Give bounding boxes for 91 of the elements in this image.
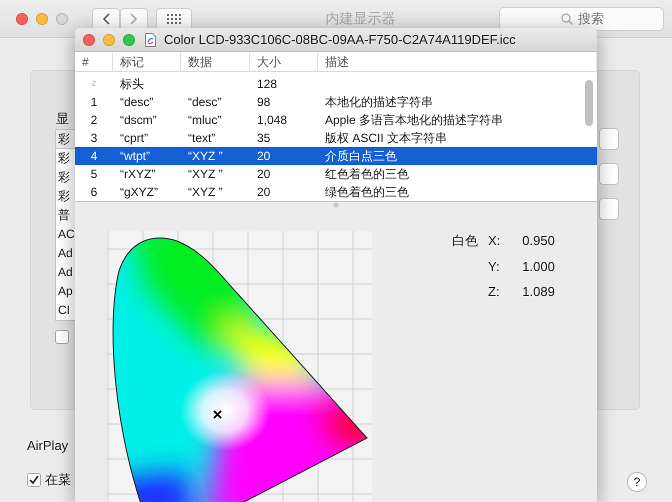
table-cell-text: “XYZ ” [187,166,224,183]
checkbox[interactable] [27,472,41,487]
table-cell-text: 4 [90,148,98,165]
table-cell-text: “gXYZ” [119,184,160,201]
search-icon [561,12,573,24]
point-label: 白色 [452,232,478,250]
table-cell-text: 版权 ASCII 文本字符串 [324,130,448,147]
table-cell-text: “XYZ ” [187,148,224,165]
table-cell-text: z [90,77,98,91]
list-item[interactable]: AC [56,225,75,244]
table-row[interactable]: 1 “desc” “desc” 98 本地化的描述字符串 [75,93,597,111]
window-title: Color LCD-933C106C-08BC-09AA-F750-C2A74A119DEF.icc [164,30,516,49]
table-cell-text: 标头 [119,76,145,93]
list-item[interactable]: Ad [56,263,75,282]
table-cell-text: “XYZ ” [187,184,224,201]
value-text: 1.000 [521,258,555,276]
table-cell-text: “dscm” [119,112,158,129]
table-cell-text: 5 [90,166,98,183]
table-row[interactable]: 5 “rXYZ” “XYZ ” 20 红色着色的三色 [75,165,597,183]
back-icon [102,12,110,24]
list-item[interactable]: Ap [56,282,75,301]
table-row[interactable]: 2 “dscm” “mluc” 1,048 Apple 多语言本地化的描述字符串 [75,111,597,129]
table-cell-text: 6 [90,184,98,201]
value-text: 0.950 [521,232,555,250]
table-cell-text: “desc” [119,94,154,111]
table-cell-text: 介质白点三色 [324,148,398,165]
axis-label: Z: [488,283,500,301]
column-header[interactable]: # [75,52,113,72]
table-row[interactable]: z 标头 128 [75,75,597,93]
zoom-button[interactable] [123,34,135,46]
show-all-button[interactable] [156,8,192,30]
cross-icon [213,410,222,419]
list-header: 彩 [56,130,75,149]
table-cell-text: 绿色着色的三色 [324,184,410,201]
axis-label: Y: [488,258,500,276]
minimize-button[interactable] [103,34,115,46]
table-cell-text: “rXYZ” [119,166,156,183]
table-cell-text: “text” [187,130,216,147]
table-cell-text: “wtpt” [119,148,151,165]
push-button[interactable] [599,198,619,220]
column-header[interactable]: 描述 [318,52,597,72]
table-cell-text: “mluc” [187,112,222,129]
table-row[interactable]: 3 “cprt” “text” 35 版权 ASCII 文本字符串 [75,129,597,147]
back-button[interactable] [92,8,120,30]
scrollbar-thumb[interactable] [585,80,593,126]
split-handle-icon[interactable] [333,202,339,208]
forward-icon [130,12,138,24]
table-cell-text: 128 [256,76,278,93]
minimize-button[interactable] [36,12,48,24]
list-item[interactable]: CI [56,301,75,320]
table-cell-text: 20 [256,184,272,201]
checkmark-icon [29,474,39,485]
table-cell-text: 本地化的描述字符串 [324,94,434,111]
value-text: 1.089 [521,283,555,301]
search-field[interactable]: 搜索 [499,6,664,30]
zoom-button[interactable] [56,12,68,24]
table-cell-text: 1 [90,94,98,111]
table-cell-text: 20 [256,166,272,183]
table-cell-text: 20 [256,148,272,165]
table-cell-text: 98 [256,94,272,111]
table-cell-text: 1,048 [256,112,288,129]
close-button[interactable] [16,12,28,24]
close-button[interactable] [83,34,95,46]
column-header[interactable]: 标记 [113,52,181,72]
checkbox[interactable] [55,330,69,344]
table-cell-text: 2 [90,112,98,129]
list-item[interactable]: 彩 [56,149,75,168]
axis-label: X: [488,232,500,250]
help-button[interactable]: ? [627,472,647,492]
push-button[interactable] [599,163,619,185]
table-row[interactable]: 6 “gXYZ” “XYZ ” 20 绿色着色的三色 [75,183,597,201]
list-label: 显 [56,110,70,128]
column-header[interactable]: 大小 [250,52,318,72]
grid-icon [166,12,182,24]
list-item[interactable]: Ad [56,244,75,263]
table-cell-text: 红色着色的三色 [324,166,410,183]
table-cell-text: 35 [256,130,272,147]
checkbox-label: 在菜 [45,471,71,489]
push-button[interactable] [599,128,619,150]
window-title: 内建显示器 [324,9,396,28]
table-cell-text: 3 [90,130,98,147]
table-cell-text: “desc” [187,94,222,111]
table-cell-text: Apple 多语言本地化的描述字符串 [324,112,504,129]
list-item[interactable]: 彩 [56,187,75,206]
table-row[interactable]: 4 “wtpt” “XYZ ” 20 介质白点三色 [75,147,597,165]
document-icon [145,32,156,46]
list-item[interactable]: 彩 [56,168,75,187]
list-item[interactable]: 普 [56,206,75,225]
airplay-label: AirPlay [27,437,68,455]
table-cell-text: “cprt” [119,130,149,147]
column-header[interactable]: 数据 [181,52,250,72]
